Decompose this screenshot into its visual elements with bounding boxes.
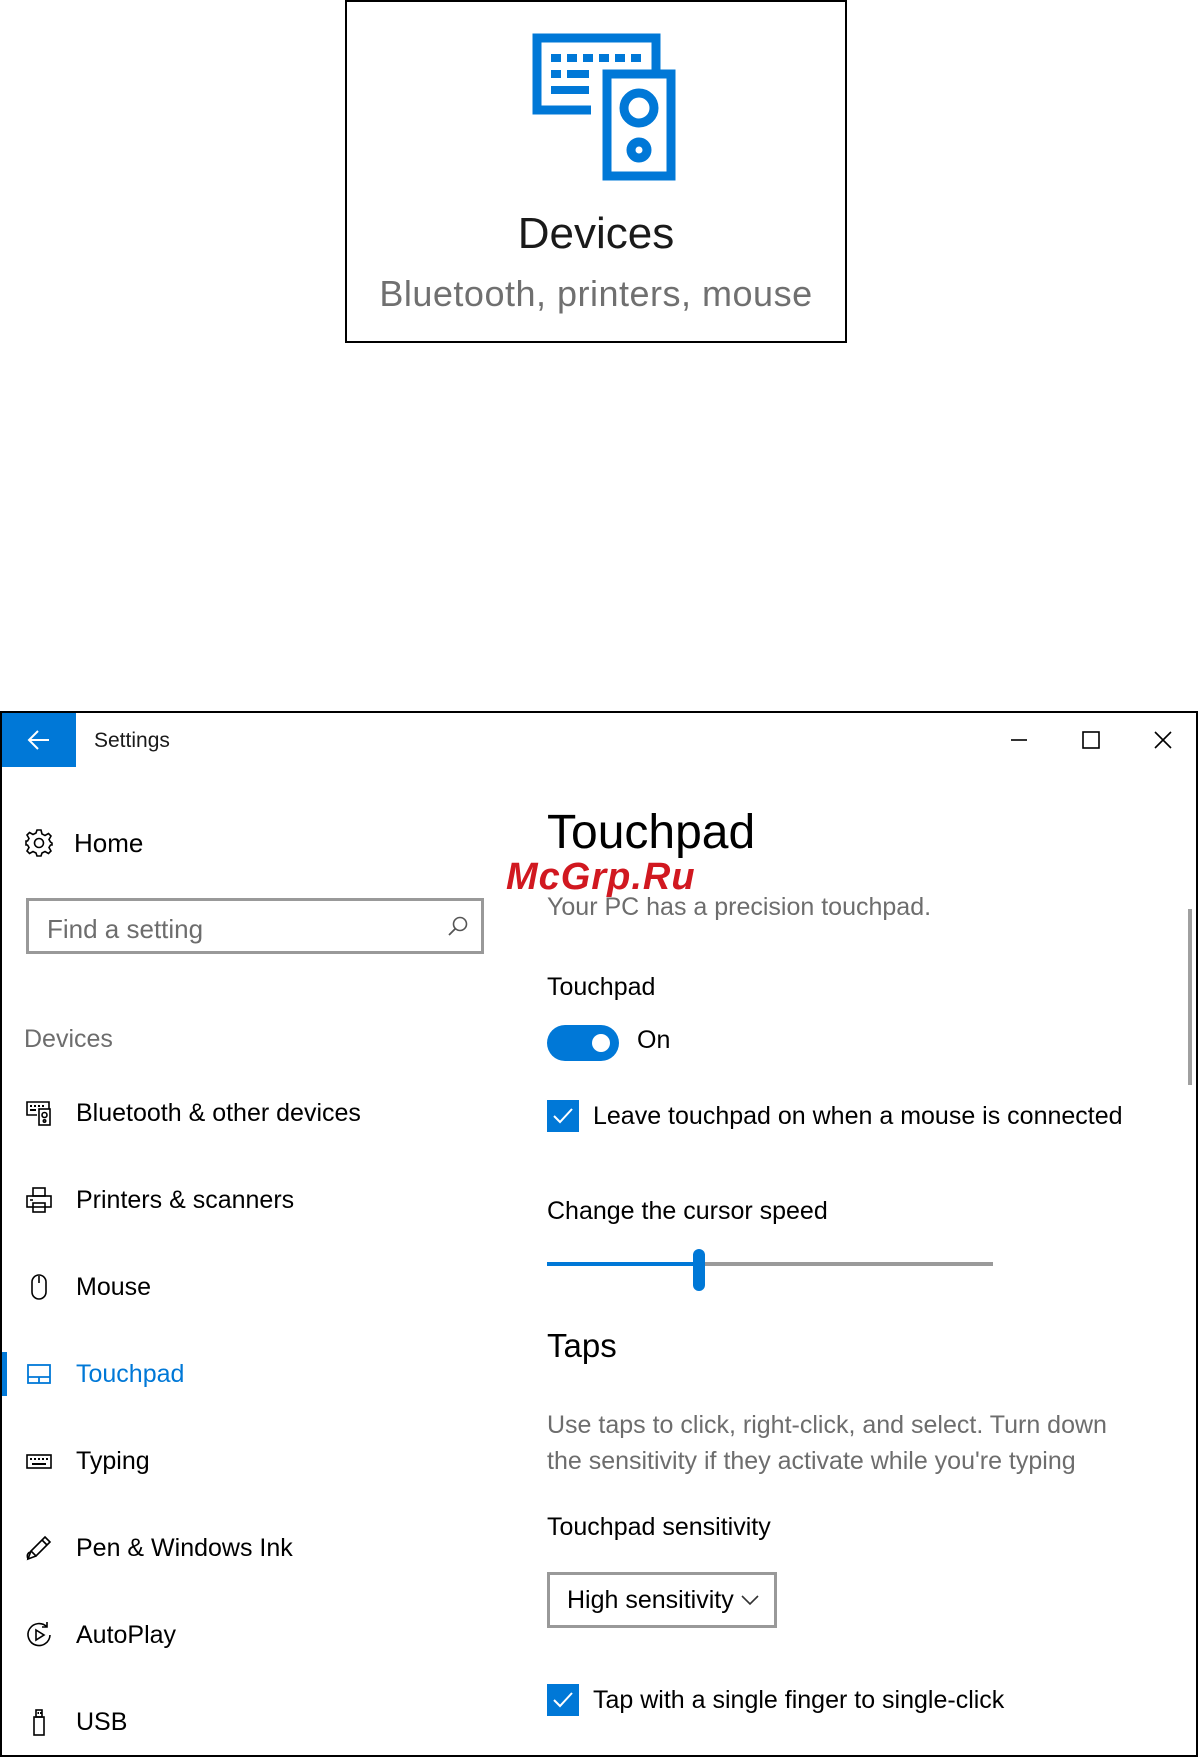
arrow-left-icon [27,730,49,750]
chevron-down-icon [740,1593,760,1607]
minimize-button[interactable] [1006,727,1032,753]
printer-icon [24,1185,54,1215]
sidebar-item-label: Printers & scanners [76,1185,295,1214]
sidebar-item-bluetooth[interactable]: Bluetooth & other devices [24,1093,361,1133]
checkmark-icon [553,1692,573,1708]
sidebar-item-printers[interactable]: Printers & scanners [24,1180,294,1220]
keyboard-icon [24,1446,54,1476]
bluetooth-devices-icon [24,1098,54,1128]
nav-home-label: Home [74,827,144,858]
touchpad-toggle-label: Touchpad [547,973,656,1001]
pen-icon [24,1533,54,1563]
sidebar-item-typing[interactable]: Typing [24,1441,150,1481]
usb-icon [24,1707,54,1737]
single-tap-checkbox-row[interactable]: Tap with a single finger to single-click [547,1684,1004,1716]
sidebar-item-autoplay[interactable]: AutoPlay [24,1615,176,1655]
sidebar-item-label: AutoPlay [76,1620,177,1649]
search-box[interactable]: Find a setting [26,898,484,954]
sidebar-item-label: USB [76,1707,128,1736]
search-placeholder: Find a setting [47,914,204,944]
sidebar-item-usb[interactable]: USB [24,1702,127,1742]
title-bar: Settings [2,713,1196,767]
toggle-state-label: On [637,1026,671,1054]
page-title: Touchpad [547,806,756,859]
mouse-icon [24,1272,54,1302]
autoplay-icon [24,1620,54,1650]
tile-title: Devices [517,209,675,258]
maximize-button[interactable] [1078,727,1104,753]
sidebar-item-label: Touchpad [76,1359,185,1388]
touchpad-toggle[interactable] [547,1025,619,1061]
cursor-speed-slider[interactable] [547,1249,993,1291]
sidebar-item-label: Bluetooth & other devices [76,1098,361,1127]
taps-heading: Taps [547,1327,617,1364]
touchpad-icon [24,1359,54,1389]
sidebar-item-touchpad[interactable]: Touchpad [24,1354,184,1394]
taps-description: Use taps to click, right-click, and sele… [547,1411,1107,1475]
watermark: McGrp.Ru [506,856,696,898]
sidebar-item-label: Mouse [76,1272,152,1301]
checkmark-icon [553,1108,573,1124]
leave-on-label: Leave touchpad on when a mouse is connec… [593,1101,1123,1130]
close-icon [1154,731,1172,749]
minimize-icon [1011,739,1027,741]
devices-tile[interactable]: Devices Bluetooth, printers, mouse [345,0,847,343]
sensitivity-label: Touchpad sensitivity [547,1513,771,1541]
sidebar-item-pen[interactable]: Pen & Windows Ink [24,1528,293,1568]
sensitivity-value: High sensitivity [567,1585,734,1614]
toggle-knob [592,1034,610,1052]
single-tap-checkbox[interactable] [547,1684,579,1716]
slider-fill [547,1262,699,1266]
active-indicator [2,1352,7,1396]
sidebar-item-label: Pen & Windows Ink [76,1533,293,1562]
window-title: Settings [94,729,170,752]
sensitivity-dropdown[interactable]: High sensitivity [547,1572,777,1628]
leave-on-checkbox-row[interactable]: Leave touchpad on when a mouse is connec… [547,1100,1123,1132]
tile-subtitle: Bluetooth, printers, mouse [379,273,813,314]
close-button[interactable] [1150,727,1176,753]
section-devices-label: Devices [24,1025,113,1053]
back-button[interactable] [2,713,76,767]
maximize-icon [1082,731,1100,749]
single-tap-label: Tap with a single finger to single-click [593,1685,1005,1714]
sidebar-item-mouse[interactable]: Mouse [24,1267,151,1307]
sidebar-item-label: Typing [76,1446,150,1475]
devices-icon [531,32,677,182]
scrollbar[interactable] [1188,909,1192,1085]
search-icon [447,915,469,937]
leave-on-checkbox[interactable] [547,1100,579,1132]
cursor-speed-label: Change the cursor speed [547,1197,828,1225]
slider-thumb[interactable] [692,1249,705,1291]
gear-icon [24,828,54,858]
nav-home[interactable]: Home [24,823,143,863]
